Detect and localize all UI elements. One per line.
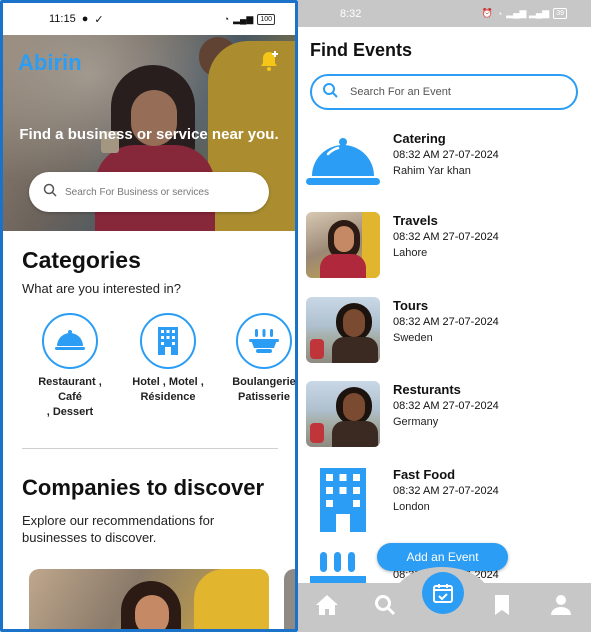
event-list-item[interactable]: Fast Food 08:32 AM 27-07-2024 London [306, 466, 586, 536]
brand-logo: Abirin [18, 50, 82, 75]
notification-bell-icon[interactable] [257, 49, 281, 73]
home-icon[interactable] [314, 592, 340, 618]
section-divider [22, 448, 278, 449]
category-label: Patisserie [238, 391, 290, 403]
event-datetime: 08:32 AM 27-07-2024 [393, 400, 499, 412]
event-datetime: 08:32 AM 27-07-2024 [393, 149, 499, 161]
calendar-check-icon[interactable] [422, 572, 464, 614]
building-icon [306, 466, 380, 532]
event-location: Rahim Yar khan [393, 165, 471, 177]
person-icon[interactable] [548, 592, 574, 618]
companies-subtitle: Explore our recommendations for business… [22, 513, 215, 545]
event-search-input[interactable] [350, 86, 550, 98]
event-datetime: 08:32 AM 27-07-2024 [393, 485, 499, 497]
status-time: 11:15 [49, 13, 76, 25]
business-search-input[interactable] [65, 186, 255, 198]
event-list-item[interactable]: Resturants 08:32 AM 27-07-2024 Germany [306, 381, 586, 451]
notification-icon: ✓ [94, 13, 104, 26]
wifi-icon: ◔ [496, 8, 503, 19]
status-bar: 11:15 ● ✓ ◔ ▂▄▆ 100 [3, 3, 295, 35]
signal-icon: ▂▄▆ ▂▄▆ [506, 8, 550, 18]
categories-subtitle: What are you interested in? [22, 281, 181, 296]
status-bar: 8:32 ⏰ ◔ ▂▄▆ ▂▄▆ 39 [298, 0, 591, 27]
search-icon [322, 82, 338, 103]
company-card[interactable] [284, 569, 295, 629]
categories-title: Categories [22, 247, 141, 273]
category-label: Résidence [140, 391, 196, 403]
right-phone-screen: 8:32 ⏰ ◔ ▂▄▆ ▂▄▆ 39 Find Events Catering… [298, 0, 591, 632]
category-restaurant[interactable]: Restaurant , Café , Dessert [25, 313, 115, 420]
event-location: Germany [393, 416, 439, 428]
event-name: Catering [393, 131, 446, 146]
event-name: Tours [393, 298, 429, 313]
wifi-icon: ◔ [223, 14, 230, 24]
hero-banner: Abirin Find a business or service near y… [3, 35, 295, 231]
cloche-icon [306, 130, 380, 196]
event-name: Travels [393, 213, 438, 228]
event-list-item[interactable]: Travels 08:32 AM 27-07-2024 Lahore [306, 212, 586, 282]
signal-icon: ▂▄▆ [233, 13, 254, 24]
category-label: Hotel , Motel , [132, 376, 204, 388]
event-list-item[interactable]: Catering 08:32 AM 27-07-2024 Rahim Yar k… [306, 130, 586, 200]
bakery-icon [236, 313, 292, 369]
event-photo [306, 212, 380, 278]
category-bakery[interactable]: Boulangerie Patisserie [219, 313, 296, 405]
event-location: London [393, 501, 430, 513]
event-location: Lahore [393, 247, 428, 259]
search-icon[interactable] [372, 592, 398, 618]
battery-icon: 39 [553, 8, 567, 19]
alarm-icon: ⏰ [481, 8, 493, 18]
search-icon [43, 183, 57, 202]
left-phone-screen: 11:15 ● ✓ ◔ ▂▄▆ 100 Abirin Find a busine… [0, 0, 298, 632]
category-hotel[interactable]: Hotel , Motel , Résidence [123, 313, 213, 405]
event-search-bar[interactable] [310, 74, 578, 110]
battery-icon: 100 [257, 13, 275, 25]
page-title: Find Events [310, 40, 413, 60]
category-label: Boulangerie [232, 376, 296, 388]
event-photo [306, 381, 380, 447]
companies-title: Companies to discover [22, 475, 265, 500]
category-label: , Dessert [46, 406, 94, 418]
building-icon [140, 313, 196, 369]
category-label: Restaurant , Café [38, 376, 102, 403]
event-location: Sweden [393, 332, 433, 344]
hero-title: Find a business or service near you. [19, 126, 279, 143]
event-list-item[interactable]: Tours 08:32 AM 27-07-2024 Sweden [306, 297, 586, 367]
business-search-bar[interactable] [29, 172, 269, 212]
company-card[interactable] [29, 569, 269, 629]
event-name: Fast Food [393, 467, 456, 482]
event-datetime: 08:32 AM 27-07-2024 [393, 231, 499, 243]
status-time: 8:32 [340, 7, 362, 20]
cloche-icon [42, 313, 98, 369]
bookmark-icon[interactable] [489, 592, 515, 618]
event-name: Resturants [393, 382, 461, 397]
notification-icon: ● [81, 13, 89, 25]
event-photo [306, 297, 380, 363]
event-datetime: 08:32 AM 27-07-2024 [393, 316, 499, 328]
